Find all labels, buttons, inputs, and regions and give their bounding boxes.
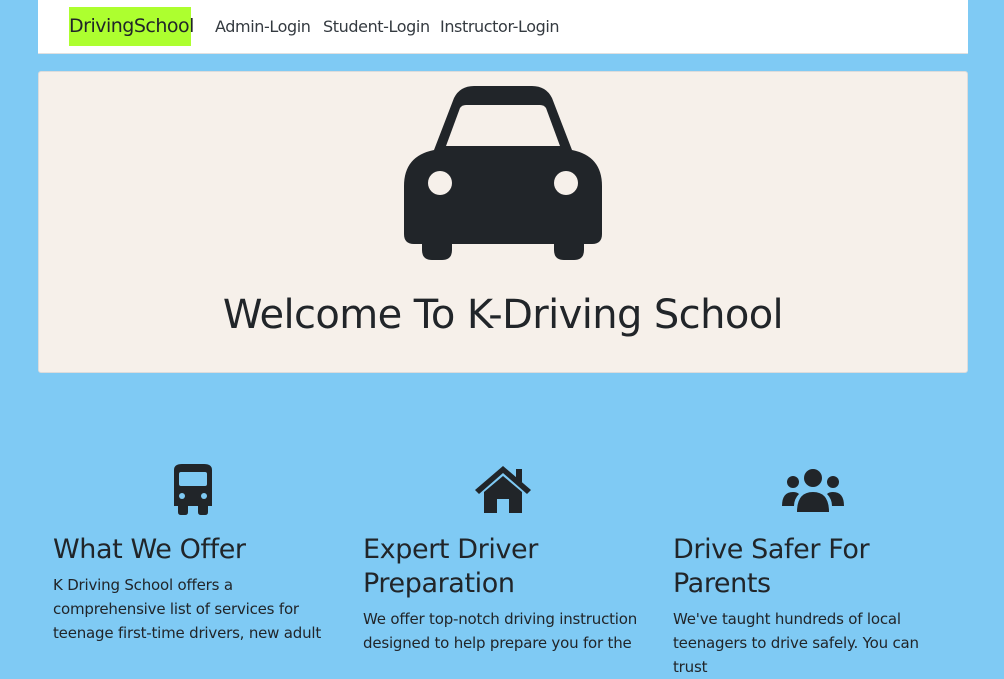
bus-icon (174, 464, 212, 515)
top-navbar: DrivingSchool Admin-Login Student-Login … (38, 0, 968, 54)
feature-drive-safer: Drive Safer For Parents We've taught hun… (673, 462, 953, 679)
nav-instructor-login[interactable]: Instructor-Login (440, 0, 560, 54)
users-icon (782, 469, 844, 512)
feature-expert-preparation: Expert Driver Preparation We offer top-n… (363, 462, 643, 655)
nav-student-login[interactable]: Student-Login (323, 0, 430, 54)
brand-link[interactable]: DrivingSchool (69, 7, 194, 46)
car-icon (404, 86, 602, 260)
feature-title: Expert Driver Preparation (363, 534, 538, 599)
house-icon (475, 466, 531, 513)
hero-jumbotron: Welcome To K-Driving School (38, 71, 968, 373)
feature-text: We offer top-notch driving instruction d… (363, 610, 638, 652)
feature-text: We've taught hundreds of local teenagers… (673, 610, 919, 676)
feature-title: Drive Safer For Parents (673, 534, 870, 599)
feature-title: What We Offer (53, 534, 246, 565)
hero-title: Welcome To K-Driving School (222, 292, 784, 338)
feature-what-we-offer: What We Offer K Driving School offers a … (53, 462, 333, 645)
nav-admin-login[interactable]: Admin-Login (215, 0, 311, 54)
feature-text: K Driving School offers a comprehensive … (53, 576, 322, 642)
